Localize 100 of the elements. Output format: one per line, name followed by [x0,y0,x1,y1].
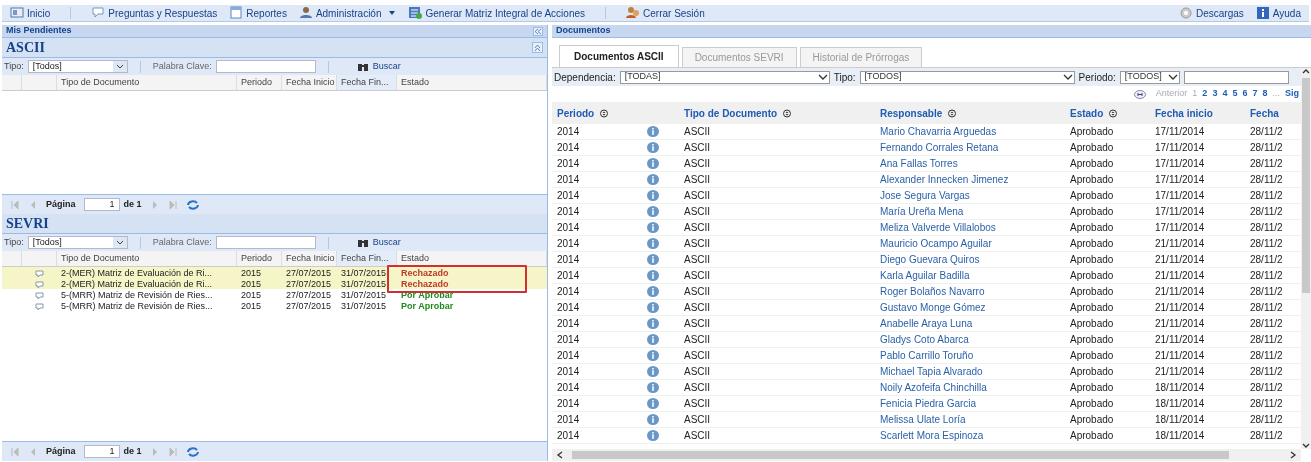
table-row[interactable]: 2-(MER) Matriz de Evaluación de Ri... 2015 27/07/2015 31/07/2015 Rechazado [2,278,547,289]
responsible-link[interactable]: Pablo Carrillo Toruño [872,348,1070,363]
scrollbar-thumb[interactable] [1302,78,1310,293]
page-link[interactable]: 3 [1212,87,1218,101]
scrollbar-thumb[interactable] [572,451,1229,459]
info-icon [647,398,659,409]
table-cell-text: 28/11/2 [1250,253,1284,267]
table-cell-text: ASCII [683,269,712,283]
keyword-field[interactable] [215,236,316,249]
menu-item[interactable]: Ayuda [1255,5,1301,21]
last-page-button[interactable] [167,446,178,457]
filter-field[interactable] [1183,70,1289,84]
column-header[interactable]: Estado [1070,105,1155,121]
menu-item[interactable]: Generar Matriz Integral de Acciones [408,5,585,21]
table-row[interactable]: 2-(MER) Matriz de Evaluación de Ri... 2015 27/07/2015 31/07/2015 Rechazado [2,267,547,278]
table-cell-text: 5-(MRR) Matriz de Revisión de Ries... [60,289,214,302]
column-header[interactable]: Periodo [557,105,647,121]
table-cell-text: ASCII [683,237,712,251]
refresh-button[interactable] [185,445,200,458]
table-cell-text: 2014 [557,365,581,379]
menu-item[interactable]: Descargas [1179,5,1244,21]
column-header[interactable]: Fecha Fin... [337,75,397,90]
gear-icon [1179,6,1193,20]
responsible-link[interactable]: Fernando Corrales Retana [872,140,1070,155]
responsible-link[interactable]: Meliza Valverde Villalobos [872,220,1070,235]
page-link[interactable]: 5 [1232,87,1238,101]
next-link[interactable]: Sig [1285,87,1299,101]
column-header[interactable]: Estado [397,251,547,266]
column-header[interactable]: Tipo de Documento [57,251,237,266]
responsible-link[interactable]: Noily Azofeifa Chinchilla [872,380,1070,395]
dropdown-icon [112,237,127,248]
table-cell-text: 28/11/2 [1250,333,1284,347]
vertical-scrollbar[interactable] [1301,68,1311,449]
menu-item[interactable]: Preguntas y Respuestas [91,5,218,21]
table-cell-text: 2014 [557,333,581,347]
responsible-link[interactable]: Scarlett Mora Espinoza [872,428,1070,443]
menu-item[interactable]: Cerrar Sesión [626,5,705,21]
search-button[interactable]: Buscar [356,235,401,250]
page-link[interactable]: 6 [1242,87,1248,101]
column-header[interactable]: Tipo de Documento [680,105,872,121]
info-icon [647,238,659,249]
responsible-link[interactable]: Anabelle Araya Luna [872,316,1070,331]
sort-icon [948,108,957,118]
responsible-link[interactable]: Diego Guevara Quiros [872,252,1070,267]
responsible-link[interactable]: Mario Chavarria Arguedas [872,124,1070,139]
page-input[interactable]: 1 [83,198,120,211]
filter-select[interactable]: [TODOS] [1119,70,1180,84]
responsible-link[interactable]: Mauricio Ocampo Aguilar [872,236,1070,251]
column-header[interactable]: Responsable [872,105,1070,121]
table-cell-text: 21/11/2014 [1155,237,1206,251]
responsible-link[interactable]: Jose Segura Vargas [872,188,1070,203]
tab[interactable]: Documentos ASCII [559,45,679,67]
page-link[interactable]: 7 [1252,87,1258,101]
responsible-link[interactable]: Gladys Coto Abarca [872,332,1070,347]
column-header[interactable]: Periodo [237,251,282,266]
page-link[interactable]: 2 [1202,87,1208,101]
table-cell-text: 17/11/2014 [1155,141,1206,155]
table-cell-text: 2014 [557,189,581,203]
menu-item[interactable]: Reportes [229,5,287,21]
horizontal-scrollbar[interactable] [552,449,1301,461]
column-header[interactable]: Estado [397,75,547,90]
responsible-link[interactable]: Fenicia Piedra Garcia [872,396,1070,411]
responsible-link[interactable]: Karla Aguilar Badilla [872,268,1070,283]
responsible-link[interactable]: Ana Fallas Torres [872,156,1070,171]
column-header[interactable]: Fecha Fin... [337,251,397,266]
column-header[interactable]: Fecha [1250,105,1292,121]
column-header[interactable]: Periodo [237,75,282,90]
column-header[interactable]: Fecha inicio [1155,105,1250,121]
type-select[interactable]: [Todos] [27,236,128,249]
table-cell-text: 28/11/2 [1250,125,1284,139]
keyword-field[interactable] [215,60,316,73]
table-cell-text: ASCII [683,285,712,299]
column-header[interactable]: Tipo de Documento [57,75,237,90]
table-cell-text: 2015 [240,289,263,302]
filter-select[interactable]: [TODOS] [859,70,1075,84]
responsible-link[interactable]: Gustavo Monge Gómez [872,300,1070,315]
info-icon [647,190,659,201]
responsible-link[interactable]: Alexander Innecken Jimenez [872,172,1070,187]
type-select[interactable]: [Todos] [27,60,128,73]
menu-item[interactable]: Inicio [10,5,51,21]
menu-item[interactable]: Administración [298,5,397,21]
responsible-link[interactable]: Melissa Ulate Loría [872,412,1070,427]
collapse-panel-button[interactable] [533,26,543,36]
responsible-link[interactable]: María Ureña Mena [872,204,1070,219]
page-link[interactable]: 8 [1262,87,1268,101]
page-label: Página [46,444,76,458]
responsible-link[interactable]: Michael Tapia Alvarado [872,364,1070,379]
refresh-button[interactable] [185,198,200,211]
table-cell-text: 2-(MER) Matriz de Evaluación de Ri... [60,278,214,291]
collapse-button[interactable] [532,42,543,53]
search-button[interactable]: Buscar [356,59,401,74]
responsible-link[interactable]: Roger Bolaños Navarro [872,284,1070,299]
table-cell-text: ASCII [683,397,712,411]
table-cell-text: 5-(MRR) Matriz de Revisión de Ries... [60,300,214,313]
page-input[interactable]: 1 [83,445,120,458]
table-cell-text: 18/11/2014 [1155,381,1206,395]
field-label: Tipo: [833,70,856,85]
filter-select[interactable]: [TODAS] [619,70,830,84]
page-link[interactable]: 4 [1222,87,1228,101]
last-page-button[interactable] [167,199,178,210]
